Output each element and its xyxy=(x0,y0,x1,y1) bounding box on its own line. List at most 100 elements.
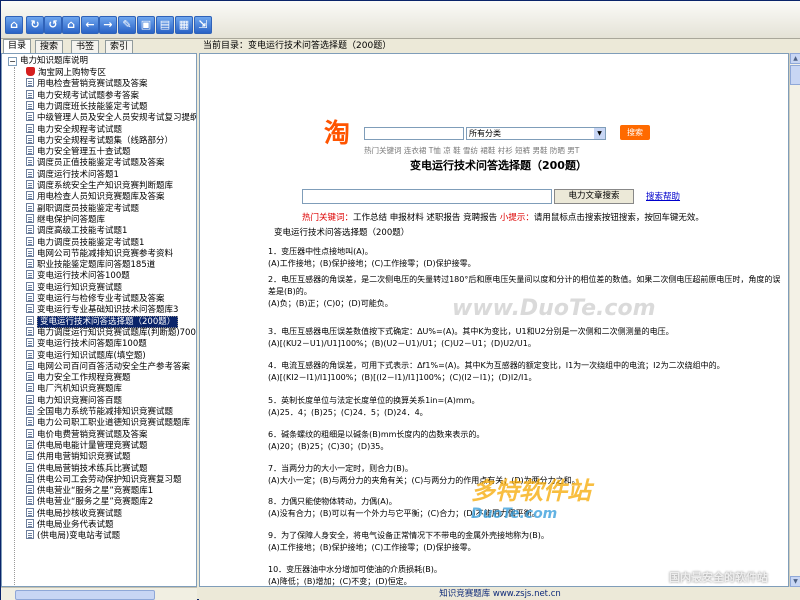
tree-item-label: 淘宝网上购物专区 xyxy=(38,68,107,78)
status-bar: 知识竞赛题库 www.zsjs.net.cn xyxy=(199,587,800,600)
question-text: 1．变压器中性点接地叫(A)。 xyxy=(268,247,373,256)
tree-item[interactable]: 电力安全管理五十查试题 xyxy=(26,146,131,157)
search-help-link[interactable]: 搜索帮助 xyxy=(646,190,680,202)
tree-item-label: 供电局业务代表试题 xyxy=(37,520,114,530)
chevron-down-icon[interactable]: ▼ xyxy=(594,128,605,139)
tree-item[interactable]: 继电保护问答题库 xyxy=(26,213,106,225)
tree-item[interactable]: 调度运行技术问答题1 xyxy=(26,168,119,180)
print-icon[interactable]: ▤ xyxy=(156,16,174,34)
tree-horizontal-scrollbar[interactable] xyxy=(1,587,197,600)
tree-item-label: 电力安规考试试题参考答案 xyxy=(37,90,140,101)
scrollbar-thumb[interactable] xyxy=(15,590,155,600)
tree-item-label: 调度运行技术问答题1 xyxy=(37,169,119,180)
document-icon xyxy=(26,168,34,178)
taobao-hot-keywords[interactable]: 热门关键词 连衣裙 T恤 凉 鞋 雪纺 裙鞋 衬衫 短裤 男鞋 防晒 男T xyxy=(364,145,579,156)
tree-item[interactable]: 供电局抄核收竞赛试题 xyxy=(26,507,122,519)
tree-item[interactable]: 变电运行与检修专业考试题及答案 xyxy=(26,293,165,304)
tree-item-label: (供电局)变电站考试题 xyxy=(37,531,121,542)
tree-item[interactable]: 供电营业“服务之星”竞赛题库2 xyxy=(26,496,153,507)
taobao-search-input[interactable] xyxy=(364,127,464,140)
tree-item-label: 供电局电能计量管理竞赛试题 xyxy=(37,440,148,451)
document-icon xyxy=(26,462,34,472)
tree-item[interactable]: 供电公司工会劳动保护知识竞赛复习题 xyxy=(26,473,182,485)
tree-item[interactable]: 用电检查人员知识竞赛题库及答案 xyxy=(26,191,165,202)
tree-root[interactable]: − 电力知识题库说明 xyxy=(8,56,88,67)
tree-item[interactable]: 电力调度员技能鉴定考试题1 xyxy=(26,236,144,248)
forward-icon[interactable]: → xyxy=(99,16,117,34)
document-icon xyxy=(26,191,34,201)
tree-item[interactable]: 电力公司职工职业道德知识竞赛试题题库 xyxy=(26,417,190,428)
tree-item[interactable]: 变电运行技术问答题库100题 xyxy=(26,338,147,349)
tree-item[interactable]: 供用电营销知识竞赛试题 xyxy=(26,451,131,462)
tree-item-label: 电力安全规程考试试题 xyxy=(37,124,123,135)
tree-item[interactable]: 电网公司百问百答活动安全生产参考答案 xyxy=(26,360,190,372)
tree-item[interactable]: 电力安规考试试题参考答案 xyxy=(26,89,140,101)
tree-item[interactable]: 变电运行技术问答100题 xyxy=(26,270,130,281)
tab-bookmarks[interactable]: 书签 xyxy=(71,40,100,53)
hot-keywords-line: 热门关键词：工作总结 申报材料 述职报告 竞聘报告 小提示：请用鼠标点击搜索按钮… xyxy=(302,211,704,223)
tree-item-label: 电价电费营销竞赛试题及答案 xyxy=(37,429,148,440)
tree-item-label: 变电运行技术问答100题 xyxy=(37,271,130,282)
taobao-search-button[interactable]: 搜索 xyxy=(620,125,650,140)
save-icon[interactable]: ▦ xyxy=(175,16,193,34)
tree-item[interactable]: 电价电费营销竞赛试题及答案 xyxy=(26,428,148,440)
article-search-button[interactable]: 电力文章搜索 xyxy=(554,189,634,204)
taobao-category-select[interactable]: 所有分类 ▼ xyxy=(466,127,606,140)
tree-item-label: 中级管理人员及安全人员安规考试复习提纲 xyxy=(37,113,197,124)
tab-contents[interactable]: 目录 xyxy=(3,39,32,53)
tab-index[interactable]: 索引 xyxy=(105,40,134,53)
document-icon xyxy=(26,394,34,404)
tree-item[interactable]: 供电营业“服务之星”竞赛题库1 xyxy=(26,485,153,496)
tab-search[interactable]: 搜索 xyxy=(35,40,64,53)
tree-item[interactable]: 职业技能鉴定题库问答题185道 xyxy=(26,259,155,270)
question-item: 6．碱条螺纹的粗细是以碱条(B)mm长度内的齿数来表示的。 (A)20；(B)25… xyxy=(268,429,788,453)
tree-item[interactable]: 电力安全规程考试题集（线路部分） xyxy=(26,134,173,146)
tree-item[interactable]: 变电运行技术问答选择题（200题） xyxy=(26,315,179,328)
bookmark-icon[interactable]: ▣ xyxy=(137,16,155,34)
tree-item[interactable]: (供电局)变电站考试题 xyxy=(26,530,120,541)
tree-item[interactable]: 电力知识竞赛问答百题 xyxy=(26,394,122,406)
document-icon xyxy=(26,439,34,449)
tree-item-label: 继电保护问答题库 xyxy=(37,214,106,225)
tree-item[interactable]: 电力调度运行知识竞赛试题库(判断题)700道 xyxy=(26,326,197,338)
tree-item[interactable]: 变电运行知识试题库(填空题) xyxy=(26,349,146,361)
tree-item[interactable]: 全国电力系统节能减排知识竞赛试题 xyxy=(26,406,173,417)
tree-item[interactable]: 供电局营销技术练兵比赛试题 xyxy=(26,462,148,474)
tree-item[interactable]: 淘宝网上购物专区 xyxy=(26,67,106,78)
house-icon[interactable]: ⌂ xyxy=(62,16,80,34)
collapse-icon[interactable]: − xyxy=(8,57,17,66)
reload-icon[interactable]: ↺ xyxy=(44,16,62,34)
tree-item[interactable]: 供电局业务代表试题 xyxy=(26,519,114,530)
scroll-up-icon[interactable]: ▲ xyxy=(790,53,800,64)
tree-item[interactable]: 变电运行知识竞赛试题 xyxy=(26,281,122,293)
document-icon xyxy=(26,146,34,156)
taobao-logo[interactable]: 淘 xyxy=(324,120,358,148)
tree-item[interactable]: 电力安全工作规程竞赛题 xyxy=(26,372,131,383)
tree-item[interactable]: 调度高级工技能考试题1 xyxy=(26,225,127,236)
refresh-icon[interactable]: ↻ xyxy=(26,16,44,34)
article-search-input[interactable] xyxy=(302,189,552,204)
back-icon[interactable]: ← xyxy=(81,16,99,34)
tool-icon[interactable]: ✎ xyxy=(118,16,136,34)
document-icon xyxy=(26,293,34,302)
hot-keywords-links[interactable]: 工作总结 申报材料 述职报告 竞聘报告 xyxy=(353,213,497,223)
tree-item-label: 电力调度运行知识竞赛试题库(判断题)700道 xyxy=(37,327,197,338)
tree-item[interactable]: 变电运行专业基础知识技术问答题库3 xyxy=(26,304,178,315)
contents-tree[interactable]: − 电力知识题库说明 淘宝网上购物专区 用电检查营销竞赛试题及答案 电力安规考试试题参… xyxy=(1,53,197,587)
content-vertical-scrollbar[interactable]: ▲ ▼ xyxy=(789,53,800,587)
scroll-down-icon[interactable]: ▼ xyxy=(790,576,800,587)
tree-item[interactable]: 电力调度班长技能鉴定考试题 xyxy=(26,100,148,112)
tree-item[interactable]: 电力安全规程考试试题 xyxy=(26,123,123,135)
exit-icon[interactable]: ⇲ xyxy=(194,16,212,34)
tree-item[interactable]: 电网公司节能减排知识竞赛参考资料 xyxy=(26,247,173,259)
tree-item[interactable]: 调度系统安全生产知识竞赛判断题库 xyxy=(26,180,173,191)
home-icon[interactable]: ⌂ xyxy=(5,16,23,34)
document-icon xyxy=(26,315,34,325)
tree-item[interactable]: 电厂汽机知识竞赛题库 xyxy=(26,383,122,394)
tree-item[interactable]: 中级管理人员及安全人员安规考试复习提纲 xyxy=(26,112,197,124)
tree-item[interactable]: 调度员正值技能鉴定考试题及答案 xyxy=(26,157,165,168)
tree-item[interactable]: 副职调度员技能鉴定考试题 xyxy=(26,202,139,214)
tree-item[interactable]: 用电检查营销竞赛试题及答案 xyxy=(26,78,148,89)
scrollbar-thumb[interactable] xyxy=(790,65,800,85)
tree-item[interactable]: 供电局电能计量管理竞赛试题 xyxy=(26,439,148,451)
